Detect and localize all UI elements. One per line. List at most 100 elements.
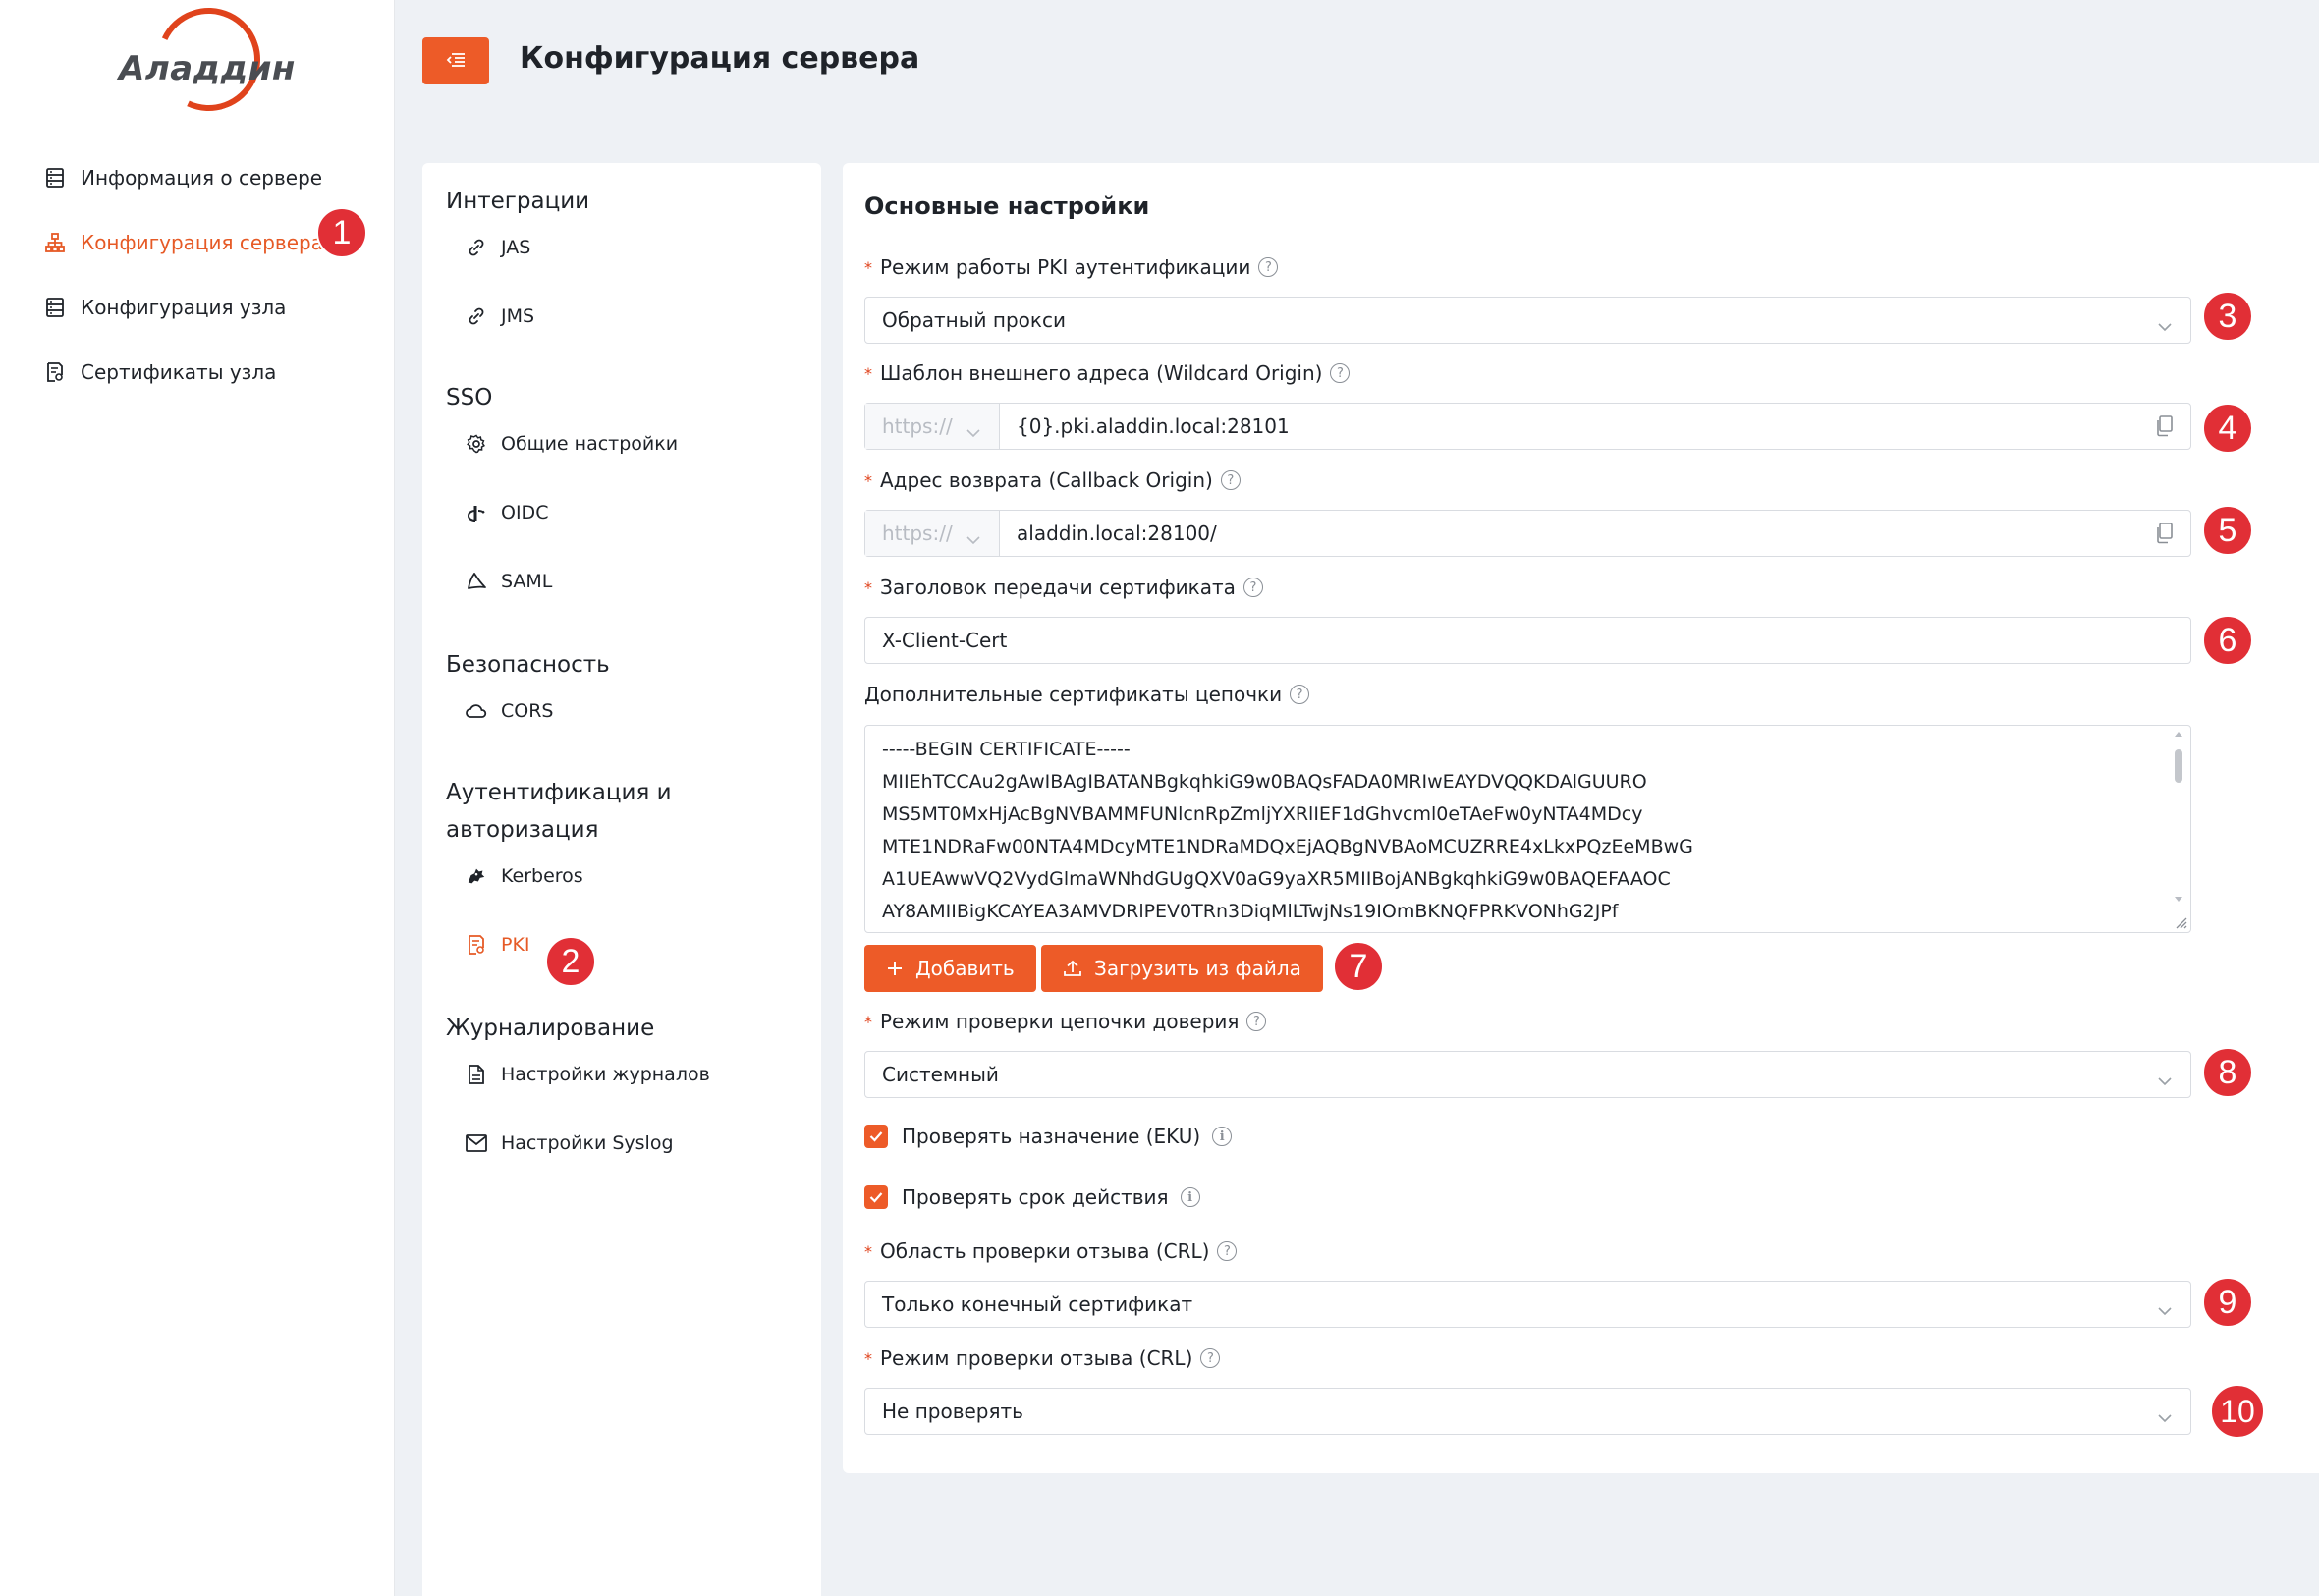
aladdin-logo[interactable]: Аладдин <box>113 0 295 126</box>
sidebar-item-label: Информация о сервере <box>81 166 323 190</box>
copy-icon[interactable] <box>2155 523 2173 549</box>
mail-icon <box>466 1132 487 1154</box>
subnav-item-label: CORS <box>501 700 554 722</box>
subnav-item-label: Настройки журналов <box>501 1064 710 1085</box>
check-eku-checkbox[interactable] <box>864 1125 888 1148</box>
crl-scope-value: Только конечный сертификат <box>882 1293 1193 1316</box>
subnav-item-jms[interactable]: JMS <box>466 299 534 334</box>
pki-mode-select[interactable]: Обратный прокси <box>864 297 2191 344</box>
scheme-value: https:// <box>882 522 953 545</box>
plus-icon <box>886 960 904 977</box>
badge-2: 2 <box>545 936 596 987</box>
help-icon[interactable]: ? <box>1246 1012 1267 1031</box>
form-title: Основные настройки <box>864 193 1150 220</box>
cert-line: MIIEhTCCAu2gAwIBAgIBATANBgkqhkiG9w0BAQsF… <box>882 771 1647 793</box>
copy-icon[interactable] <box>2155 415 2173 442</box>
chain-certs-textarea[interactable]: -----BEGIN CERTIFICATE----- MIIEhTCCAu2g… <box>864 725 2191 933</box>
subnav-section-sso: SSO <box>446 385 493 411</box>
subnav-item-label: PKI <box>501 934 530 956</box>
required-mark: * <box>864 470 872 490</box>
help-icon[interactable]: ? <box>1217 1241 1238 1261</box>
chain-certs-label: Дополнительные сертификаты цепочки ? <box>864 681 1310 708</box>
required-mark: * <box>864 257 872 277</box>
subnav-item-pki[interactable]: PKI <box>466 927 530 963</box>
callback-origin-field[interactable]: aladdin.local:28100/ <box>1000 511 2190 556</box>
cert-line: MS5MT0MxHjAcBgNVBAMMFUNlcnRpZmljYXRlIEF1… <box>882 803 1643 825</box>
chain-certs-label-text: Дополнительные сертификаты цепочки <box>864 683 1283 706</box>
subnav-item-saml[interactable]: SAML <box>466 564 552 599</box>
subnav-item-sso-general[interactable]: Общие настройки <box>466 426 678 462</box>
callback-scheme-select[interactable]: https:// <box>865 511 1000 556</box>
cert-header-label: * Заголовок передачи сертификата ? <box>864 574 1263 601</box>
scheme-value: https:// <box>882 414 953 438</box>
subnav-item-label: Kerberos <box>501 865 583 887</box>
textarea-scrollbar[interactable] <box>2169 728 2188 930</box>
file-icon <box>466 1064 487 1085</box>
sidebar-item-server-info[interactable]: Информация о сервере <box>0 145 395 210</box>
chain-mode-label: * Режим проверки цепочки доверия ? <box>864 1008 1267 1035</box>
subnav-item-label: OIDC <box>501 502 549 523</box>
menu-toggle-button[interactable] <box>422 37 489 84</box>
upload-file-button[interactable]: Загрузить из файла <box>1041 945 1323 992</box>
subnav-item-syslog-settings[interactable]: Настройки Syslog <box>466 1126 674 1161</box>
sidebar-item-label: Конфигурация сервера <box>81 231 323 254</box>
subnav-item-log-settings[interactable]: Настройки журналов <box>466 1057 710 1092</box>
sidebar-item-node-config[interactable]: Конфигурация узла <box>0 275 395 340</box>
link-icon <box>466 237 487 258</box>
crl-mode-label: * Режим проверки отзыва (CRL) ? <box>864 1345 1221 1372</box>
pki-mode-label-text: Режим работы PKI аутентификации <box>880 255 1251 279</box>
upload-button-label: Загрузить из файла <box>1094 957 1301 980</box>
crl-scope-label: * Область проверки отзыва (CRL) ? <box>864 1238 1238 1265</box>
check-eku-row[interactable]: Проверять назначение (EKU) i <box>864 1122 1233 1151</box>
pki-mode-value: Обратный прокси <box>882 308 1066 332</box>
subnav-item-label: Общие настройки <box>501 433 679 455</box>
cert-line: AY8AMIIBigKCAYEA3AMVDRlPEV0TRn3DiqMlLTwj… <box>882 901 1619 922</box>
kerberos-icon <box>466 865 487 887</box>
badge-10: 10 <box>2210 1384 2265 1439</box>
callback-origin-value: aladdin.local:28100/ <box>1017 522 1217 545</box>
badge-5: 5 <box>2202 505 2253 556</box>
chevron-down-icon <box>966 526 981 550</box>
subnav-item-jas[interactable]: JAS <box>466 230 530 265</box>
wildcard-origin-input: https:// {0}.pki.aladdin.local:28101 <box>864 403 2191 450</box>
help-icon[interactable]: ? <box>1290 685 1310 704</box>
cert-header-input[interactable]: X-Client-Cert <box>864 617 2191 664</box>
crl-mode-select[interactable]: Не проверять <box>864 1388 2191 1435</box>
help-icon[interactable]: ? <box>1330 363 1351 383</box>
info-icon[interactable]: i <box>1212 1127 1233 1146</box>
server-icon <box>45 297 65 318</box>
chain-mode-select[interactable]: Системный <box>864 1051 2191 1098</box>
subnav-item-oidc[interactable]: OIDC <box>466 495 548 530</box>
cert-line: A1UEAwwVQ2VydGlmaWNhdGUgQXV0aG9yaXR5MIIB… <box>882 868 1671 890</box>
logo-text: Аладдин <box>119 49 296 88</box>
callback-origin-label: * Адрес возврата (Callback Origin) ? <box>864 467 1241 494</box>
crl-scope-select[interactable]: Только конечный сертификат <box>864 1281 2191 1328</box>
help-icon[interactable]: ? <box>1220 470 1241 490</box>
callback-origin-input: https:// aladdin.local:28100/ <box>864 510 2191 557</box>
required-mark: * <box>864 1348 872 1368</box>
chevron-down-icon <box>2157 1068 2173 1091</box>
subnav-item-cors[interactable]: CORS <box>466 693 553 729</box>
required-mark: * <box>864 363 872 383</box>
crl-mode-value: Не проверять <box>882 1400 1023 1423</box>
help-icon[interactable]: ? <box>1200 1348 1221 1368</box>
wildcard-scheme-select[interactable]: https:// <box>865 404 1000 449</box>
wildcard-origin-label: * Шаблон внешнего адреса (Wildcard Origi… <box>864 359 1351 387</box>
sidebar-item-node-certificates[interactable]: Сертификаты узла <box>0 340 395 405</box>
info-icon[interactable]: i <box>1180 1187 1200 1207</box>
wildcard-origin-field[interactable]: {0}.pki.aladdin.local:28101 <box>1000 404 2190 449</box>
cert-header-value: X-Client-Cert <box>882 629 1008 652</box>
subnav-item-kerberos[interactable]: Kerberos <box>466 858 583 894</box>
subnav-item-label: SAML <box>501 571 553 592</box>
check-validity-row[interactable]: Проверять срок действия i <box>864 1183 1200 1212</box>
add-certificate-button[interactable]: Добавить <box>864 945 1036 992</box>
sidebar-item-label: Сертификаты узла <box>81 360 277 384</box>
help-icon[interactable]: ? <box>1242 578 1263 597</box>
help-icon[interactable]: ? <box>1258 257 1279 277</box>
check-validity-checkbox[interactable] <box>864 1185 888 1209</box>
chevron-down-icon <box>2157 313 2173 337</box>
settings-subnav: Интеграции JAS JMS SSO Общие настройки O… <box>422 163 821 1596</box>
crl-scope-label-text: Область проверки отзыва (CRL) <box>880 1239 1210 1263</box>
subnav-section-auth: Аутентификация и авторизация <box>446 774 672 849</box>
badge-7: 7 <box>1333 941 1384 992</box>
